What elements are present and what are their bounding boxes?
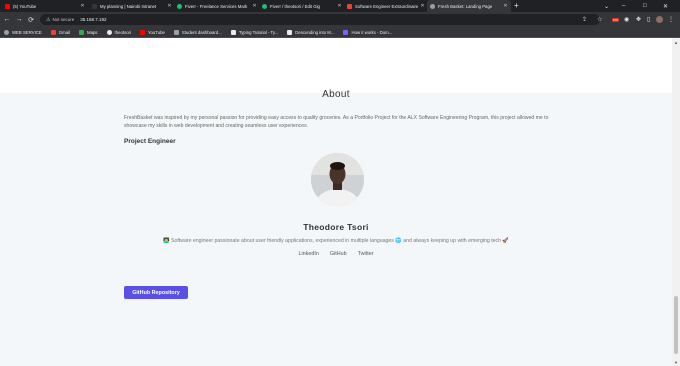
tab-fresh-basket[interactable]: Fresh Basket: Landing Page ✕ [427,0,511,12]
domain-icon [343,29,349,35]
minimize-button[interactable]: – [622,0,625,12]
back-button[interactable]: ← [1,14,13,26]
tab-software-engineer[interactable]: Software Engineer Extraordinaire ✕ [344,0,428,12]
fiverr-icon [262,3,267,9]
youtube-icon [140,29,146,35]
reload-button[interactable]: ⟳ [25,14,37,26]
close-icon[interactable]: ✕ [252,3,257,9]
tab-youtube[interactable]: (5) YouTube ✕ [2,0,88,12]
globe-icon [4,29,9,35]
tab-my-planning[interactable]: My planning | Nairobi Intranet ✕ [89,0,175,12]
globe-icon [430,3,435,9]
bookmark-label: Gmail [58,29,71,35]
keyboard-icon [230,29,236,35]
url-text[interactable]: 35.168.7.192 [80,17,106,22]
bookmark-label: theotsori [114,29,132,35]
tab-label: Software Engineer Extraordinaire [355,3,419,9]
star-icon[interactable]: ☆ [597,12,602,27]
page-icon [347,3,352,9]
bookmark-theotsori[interactable]: theotsori [106,29,132,35]
bookmark-typing-tutorial[interactable]: Typing Tutorial - Ty... [230,29,279,35]
bookmark-label: Typing Tutorial - Ty... [238,29,279,35]
maps-icon [79,29,85,35]
share-icon[interactable]: ⇪ [582,12,587,27]
about-description: FreshBasket was inspired by my personal … [124,115,549,129]
scroll-up-arrow-icon[interactable]: ▲ [674,40,678,45]
address-bar[interactable]: ⚠ Not secure 35.168.7.192 [40,14,600,25]
bookmark-label: YouTube [148,29,165,35]
header-section [0,38,672,93]
social-links: LinkedIn GitHub Twitter [0,251,672,257]
maximize-button[interactable]: □ [643,0,647,12]
bookmark-student-dashboard[interactable]: Student dashboard... [173,29,222,35]
gmail-icon [50,29,56,35]
fiverr-icon [177,3,182,9]
profile-avatar[interactable] [656,12,663,27]
puzzle-icon[interactable]: ✥ [636,12,641,27]
scroll-down-arrow-icon[interactable]: ▼ [674,360,678,365]
bookmark-label: Maps [87,29,98,35]
extension-badge-icon[interactable]: ext [612,12,619,27]
close-icon[interactable]: ✕ [167,3,172,9]
bookmark-youtube[interactable]: YouTube [140,29,165,35]
tab-label: Fresh Basket: Landing Page [438,3,493,9]
medium-icon [287,29,293,35]
bookmarks-bar: WEB SERVICE Gmail Maps theotsori YouTube… [0,27,680,38]
twitter-link[interactable]: Twitter [358,251,374,257]
bookmark-web-service[interactable]: WEB SERVICE [4,29,42,35]
extension-icon[interactable]: ◉ [624,12,629,27]
tab-fiverr-edit-gig[interactable]: Fiverr / theotsori / Edit Gig ✕ [259,0,345,12]
close-icon[interactable]: ✕ [80,3,85,9]
bookmark-gmail[interactable]: Gmail [50,29,71,35]
security-label[interactable]: Not secure [52,17,74,22]
scrollbar-thumb[interactable] [674,296,678,354]
bookmark-label: Descending into M... [295,29,335,35]
github-icon [106,29,112,35]
github-repository-button[interactable]: GitHub Repository [124,286,188,299]
forward-button[interactable]: → [13,14,25,26]
engineer-bio: 👨‍💻 Software engineer passionate about u… [163,238,509,244]
tab-fiverr-services[interactable]: Fiverr - Freelance Services Mark ✕ [174,0,260,12]
github-link[interactable]: GitHub [330,251,347,257]
page-icon [173,29,179,35]
tab-label: (5) YouTube [13,3,37,9]
close-icon[interactable]: ✕ [420,3,425,9]
avatar [311,153,364,206]
tab-strip: (5) YouTube ✕ My planning | Nairobi Intr… [0,0,680,12]
intranet-icon [92,3,97,9]
bookmark-how-it-works[interactable]: How it works - Dom... [343,29,393,35]
new-tab-button[interactable]: + [514,1,519,10]
sidebar-icon[interactable]: ▯ [647,12,650,27]
tab-label: Fiverr - Freelance Services Mark [185,3,248,9]
tab-label: Fiverr / theotsori / Edit Gig [270,3,320,9]
bookmark-maps[interactable]: Maps [79,29,98,35]
bookmark-label: How it works - Dom... [351,29,393,35]
role-heading: Project Engineer [124,138,176,145]
warning-icon[interactable]: ⚠ [46,17,50,23]
engineer-name: Theodore Tsori [303,222,369,232]
profile-photo [311,153,364,206]
close-icon[interactable]: ✕ [337,3,342,9]
about-heading: About [322,89,350,100]
menu-icon[interactable]: ⋮ [668,12,674,27]
bookmark-descending[interactable]: Descending into M... [287,29,335,35]
tab-search-icon[interactable]: ⌄ [604,0,609,12]
close-window-button[interactable]: ✕ [663,0,668,12]
linkedin-link[interactable]: LinkedIn [298,251,318,257]
close-icon[interactable]: ✕ [503,3,508,9]
youtube-icon [5,3,10,9]
bookmark-label: Student dashboard... [181,29,222,35]
tab-label: My planning | Nairobi Intranet [100,3,157,9]
bookmark-label: WEB SERVICE [12,29,42,35]
